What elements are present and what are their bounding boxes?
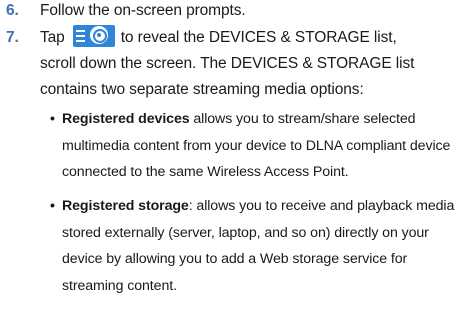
devices-app-icon <box>72 25 115 47</box>
media-circle-icon <box>89 26 108 44</box>
step-prefix: Tap <box>40 29 65 46</box>
bullet-line: connected to the same Wireless Access Po… <box>62 164 349 180</box>
step-text: Follow the on-screen prompts. <box>40 0 470 24</box>
bullet-line: stored externally (server, laptop, and s… <box>62 224 429 241</box>
bullet-dot: • <box>50 111 55 127</box>
step-line: Follow the on-screen prompts. <box>40 2 246 19</box>
step-line: scroll down the screen. The DEVICES & ST… <box>40 55 415 72</box>
step-line: contains two separate streaming media op… <box>40 81 364 98</box>
step-7: 7. Tap to reveal the DEVICES & STORAGE li… <box>0 25 474 105</box>
bullet-text: Registered devices allows you to stream/… <box>62 106 450 186</box>
bullet-registered-devices: • Registered devices allows you to strea… <box>48 106 468 186</box>
step-text: Tap to reveal the DEVICES & STORAGE list,… <box>40 25 470 103</box>
bullet-first-line: Registered devices allows you to stream/… <box>62 111 416 127</box>
menu-bars-icon <box>75 30 85 42</box>
step-number: 7. <box>6 29 19 46</box>
step-line-with-icon: Tap to reveal the DEVICES & STORAGE list, <box>40 25 470 51</box>
bullet-term: Registered storage <box>62 198 189 214</box>
bullet-term: Registered devices <box>62 111 190 127</box>
bullet-line: device by allowing you to add a Web stor… <box>62 251 408 267</box>
step-6: 6. Follow the on-screen prompts. <box>0 0 474 24</box>
bullet-line: multimedia content from your device to D… <box>62 137 451 154</box>
bullet-text: Registered storage: allows you to receiv… <box>62 193 454 299</box>
step-line-rest: to reveal the DEVICES & STORAGE list, <box>120 29 397 46</box>
bullet-first-line: Registered storage: allows you to receiv… <box>62 198 455 214</box>
step-number: 6. <box>6 2 19 19</box>
bullet-dot: • <box>50 198 55 214</box>
bullet-line: streaming content. <box>62 277 177 294</box>
bullet-registered-storage: • Registered storage: allows you to rece… <box>48 193 468 303</box>
